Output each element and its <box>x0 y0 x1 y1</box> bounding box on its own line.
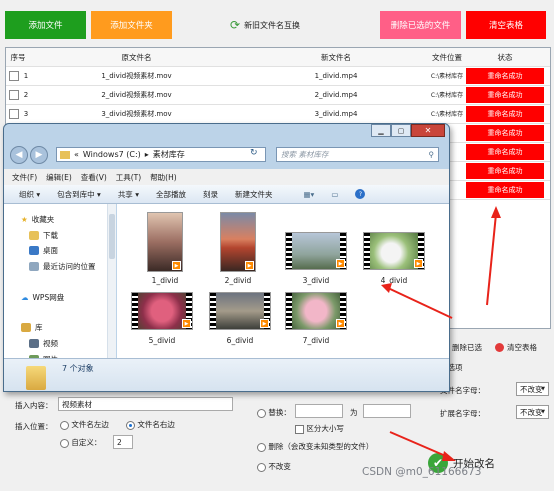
arrowhead <box>442 451 456 461</box>
arrowhead <box>381 283 392 293</box>
arrow-to-file <box>387 287 453 319</box>
watermark: CSDN @m0_61166673 <box>362 466 482 478</box>
arrow-to-start <box>389 431 449 458</box>
arrow-to-status <box>486 213 497 306</box>
arrowhead <box>491 206 501 218</box>
annotation-arrows <box>381 206 501 461</box>
